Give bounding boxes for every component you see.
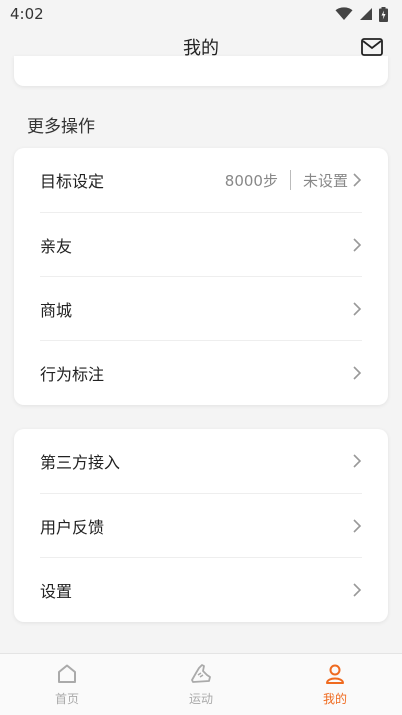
row-user-feedback[interactable]: 用户反馈 [40,493,362,557]
row-right: 8000步 未设置 [225,170,362,191]
bottom-navigation: 首页 运动 我的 [0,653,402,715]
nav-label: 我的 [322,692,347,706]
nav-label: 首页 [54,692,79,706]
row-label: 用户反馈 [40,517,105,537]
messages-button[interactable] [360,36,384,58]
more-actions-card: 目标设定 8000步 未设置 亲友 商城 行为标注 [14,148,388,405]
row-label: 商城 [40,300,73,320]
nav-item-home[interactable]: 首页 [0,654,134,715]
row-mall[interactable]: 商城 [40,276,362,340]
profile-card-partial [14,56,388,86]
goal-status-value: 未设置 [302,171,348,190]
goal-steps-value: 8000步 [224,171,278,190]
cellular-signal-icon [360,8,372,20]
section-title-more-actions: 更多操作 [27,117,95,137]
shoe-icon [191,664,211,683]
mail-icon [361,38,383,56]
chevron-right-icon [353,454,362,468]
chevron-right-icon [353,365,362,380]
chevron-right-icon [353,237,362,252]
nav-item-sport[interactable]: 运动 [134,654,268,715]
row-settings[interactable]: 设置 [40,557,362,621]
status-time: 4:02 [10,5,44,23]
row-label: 行为标注 [40,364,105,384]
settings-card: 第三方接入 用户反馈 设置 [14,429,388,622]
row-friends[interactable]: 亲友 [40,212,362,276]
wifi-icon [335,7,353,20]
home-icon [58,664,76,683]
chevron-right-icon [353,518,362,533]
row-goal-setting[interactable]: 目标设定 8000步 未设置 [40,148,362,212]
chevron-right-icon [353,301,362,316]
battery-charging-icon [379,6,388,22]
row-label: 第三方接入 [40,453,121,472]
row-label: 目标设定 [40,172,105,191]
row-label: 亲友 [40,236,73,256]
chevron-right-icon [353,173,362,187]
nav-label: 运动 [188,692,213,706]
person-icon [326,664,344,684]
row-label: 设置 [40,581,73,601]
row-behavior-annotation[interactable]: 行为标注 [40,340,362,404]
chevron-right-icon [353,582,362,597]
status-bar: 4:02 [0,0,402,28]
nav-item-mine[interactable]: 我的 [268,654,402,715]
status-icons [335,6,388,22]
row-third-party-access[interactable]: 第三方接入 [40,429,362,493]
vertical-divider [289,170,291,190]
